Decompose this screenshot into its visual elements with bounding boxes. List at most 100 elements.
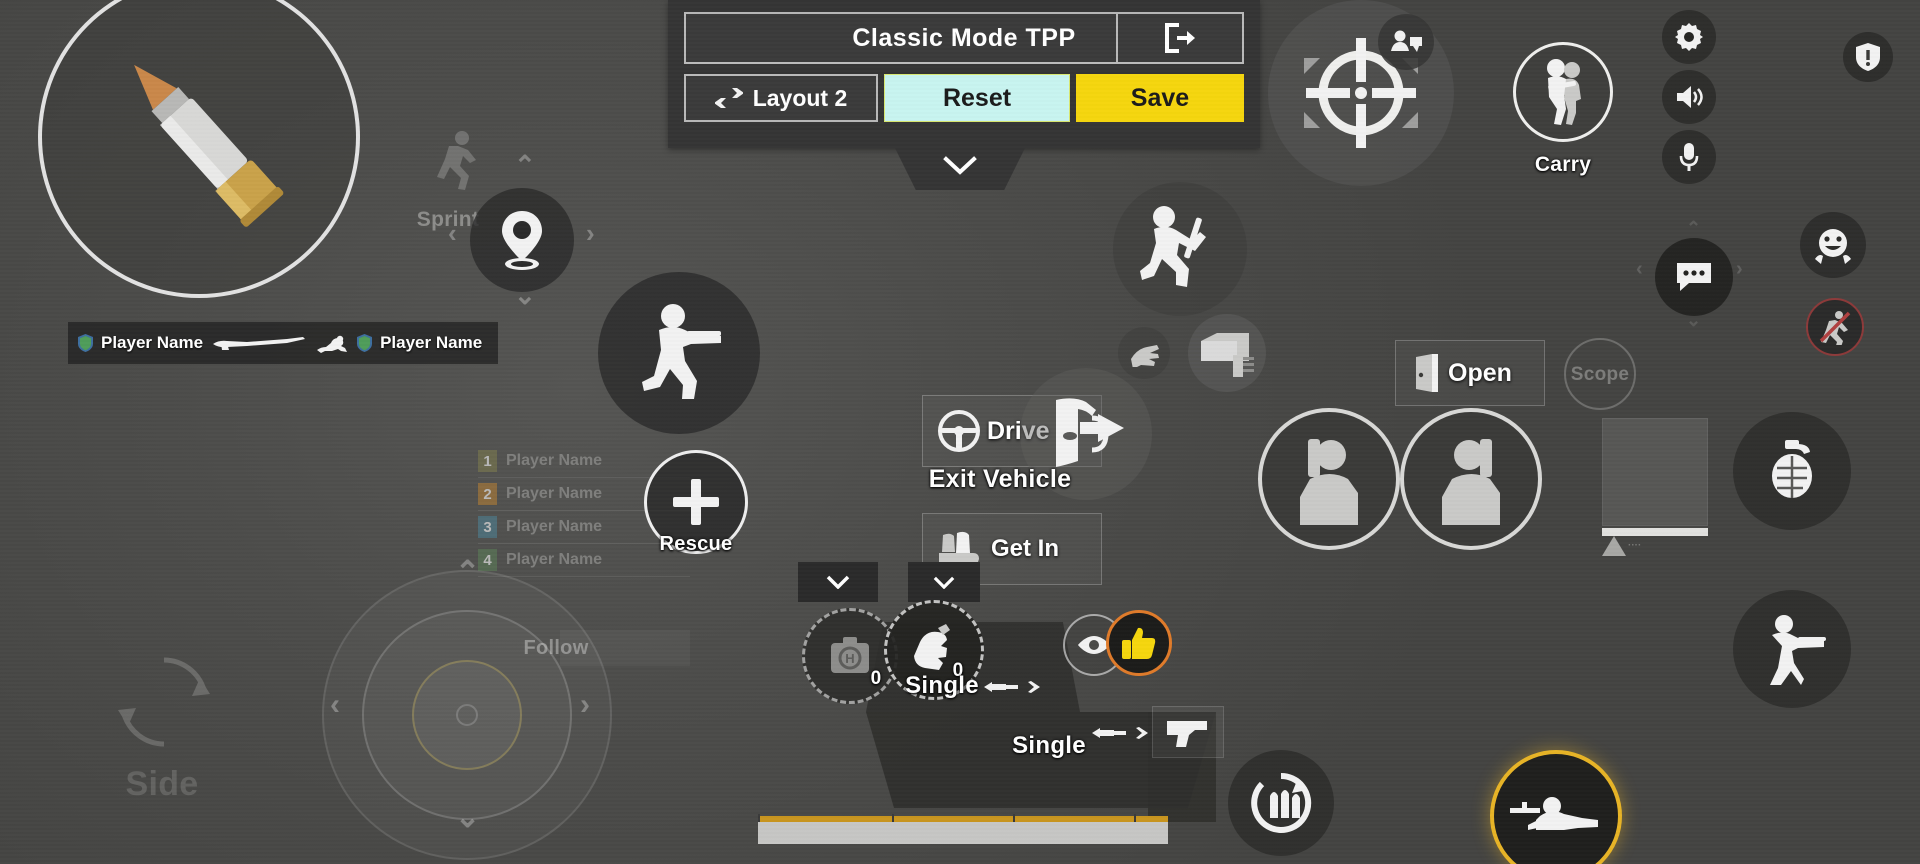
running-man-icon <box>437 131 476 190</box>
grenade-button[interactable] <box>1733 412 1851 530</box>
chat-bubble-icon <box>1677 263 1711 291</box>
exit-layout-button[interactable] <box>1116 12 1244 64</box>
bullet-icon <box>134 64 284 227</box>
thumbs-up-button[interactable] <box>1106 610 1172 676</box>
ammo-bullet-display[interactable] <box>38 0 360 298</box>
lean-left-icon <box>1300 439 1358 525</box>
scope-label: Scope <box>1570 364 1630 385</box>
sound-button[interactable] <box>1662 70 1716 124</box>
rescue-label: Rescue <box>659 533 733 555</box>
lean-left-button[interactable] <box>1258 408 1400 550</box>
pickup-button[interactable] <box>1118 327 1170 379</box>
thumbs-up-icon <box>1122 627 1156 659</box>
helmet-icon: H <box>831 637 869 673</box>
pistol-slot[interactable] <box>1152 706 1224 758</box>
gear-icon <box>1675 23 1703 51</box>
team-slot-number: 1 <box>478 450 497 472</box>
kill-feed-victim: Player Name <box>380 333 483 352</box>
chevron-down-icon <box>933 576 955 589</box>
vault-button[interactable] <box>1113 182 1247 316</box>
compass-marker-icon <box>1602 536 1626 556</box>
crouch-shoot-button[interactable] <box>598 272 760 434</box>
team-member-name: Player Name <box>506 452 603 469</box>
emote-button[interactable] <box>1800 212 1866 278</box>
prone-crawl-icon <box>317 335 348 353</box>
map-pin-icon <box>502 211 542 270</box>
carry-button[interactable] <box>1513 42 1613 142</box>
plus-icon <box>673 479 719 525</box>
loot-crate-button[interactable] <box>1188 314 1266 392</box>
hand-pickup-icon <box>1131 345 1159 367</box>
chat-left-arrow: ‹ <box>1636 258 1643 280</box>
joystick-down-arrow: ⌄ <box>455 801 481 834</box>
chat-button[interactable] <box>1655 238 1733 316</box>
layout-switch-button[interactable]: Layout 2 <box>684 74 878 122</box>
reset-button[interactable]: Reset <box>884 74 1070 122</box>
svg-text:H: H <box>845 651 854 666</box>
rifle-icon <box>213 337 306 350</box>
minimap-distance-label: ···· <box>1628 540 1642 551</box>
map-marker-button[interactable] <box>470 188 574 292</box>
speaker-icon <box>1677 86 1703 108</box>
prone-button[interactable] <box>1490 750 1622 864</box>
clan-shield-icon <box>357 334 373 352</box>
kill-feed-killer: Player Name <box>101 333 204 352</box>
team-slot-number: 4 <box>478 549 497 571</box>
carry-teammate-icon <box>1547 59 1581 125</box>
team-member-name: Player Name <box>506 518 603 535</box>
no-sprint-button[interactable] <box>1806 298 1864 356</box>
joystick-center-dot <box>456 704 478 726</box>
player-card-icon <box>1391 30 1422 52</box>
joystick-right-arrow: › <box>580 688 590 721</box>
team-slot-number: 3 <box>478 516 497 538</box>
layout-label: Layout 2 <box>752 84 848 111</box>
side-label: Side <box>125 765 199 803</box>
swap-arrows-icon <box>714 88 743 108</box>
reset-label: Reset <box>942 83 1012 112</box>
exit-vehicle-label: Exit Vehicle <box>928 465 1072 493</box>
fire-mode-primary-label: Single <box>905 672 979 699</box>
team-member-name: Player Name <box>506 551 603 568</box>
smiley-icon <box>1815 229 1851 264</box>
bullet-arrow-icon <box>1092 727 1148 739</box>
layout-settings-bar: Classic Mode TPP Layout 2 Reset Save <box>668 0 1260 148</box>
reload-bullets-icon <box>1251 772 1312 833</box>
vaulting-man-icon <box>1140 206 1206 287</box>
dpad-left-arrow: ‹ <box>448 218 457 248</box>
scope-button[interactable]: Scope <box>1564 338 1636 410</box>
chat-right-arrow: › <box>1736 258 1743 280</box>
player-info-button[interactable] <box>1378 14 1434 70</box>
open-door-label: Open <box>1448 358 1512 387</box>
microphone-button[interactable] <box>1662 130 1716 184</box>
shield-alert-icon <box>1856 43 1880 71</box>
movement-joystick-thumb[interactable] <box>412 660 522 770</box>
kill-feed: Player Name Player Name <box>68 322 498 364</box>
crouch-fire-button[interactable] <box>1733 590 1851 708</box>
team-member-name: Player Name <box>506 485 603 502</box>
team-list-row[interactable]: 4 Player Name <box>478 544 690 577</box>
minimap-panel[interactable] <box>1602 418 1708 526</box>
chevron-down-icon <box>826 575 850 589</box>
report-button[interactable] <box>1843 32 1893 82</box>
save-button[interactable]: Save <box>1076 74 1244 122</box>
dpad-right-arrow: › <box>586 218 595 248</box>
save-label: Save <box>1130 83 1190 112</box>
door-icon <box>1416 354 1438 392</box>
microphone-icon <box>1679 143 1699 171</box>
lean-right-button[interactable] <box>1400 408 1542 550</box>
prone-rifle-icon <box>1510 797 1598 830</box>
chat-up-arrow: ⌃ <box>1686 218 1702 238</box>
collapse-tab-left[interactable] <box>798 562 878 602</box>
steering-wheel-icon <box>938 410 980 452</box>
team-slot-number: 2 <box>478 483 497 505</box>
helmet-count: 0 <box>870 668 882 689</box>
reload-button[interactable] <box>1228 750 1334 856</box>
settings-collapse-tab[interactable] <box>895 148 1025 190</box>
collapse-tab-right[interactable] <box>908 562 980 602</box>
open-door-button[interactable]: Open <box>1395 340 1545 406</box>
game-control-layout-screen: Player Name Player Name Sprint ⌃ ⌄ ‹ › 1… <box>0 0 1920 864</box>
game-mode-value: Classic Mode TPP <box>852 23 1076 52</box>
settings-button[interactable] <box>1662 10 1716 64</box>
ammo-strip[interactable] <box>758 822 1168 844</box>
rotate-arrows-icon <box>118 657 210 747</box>
